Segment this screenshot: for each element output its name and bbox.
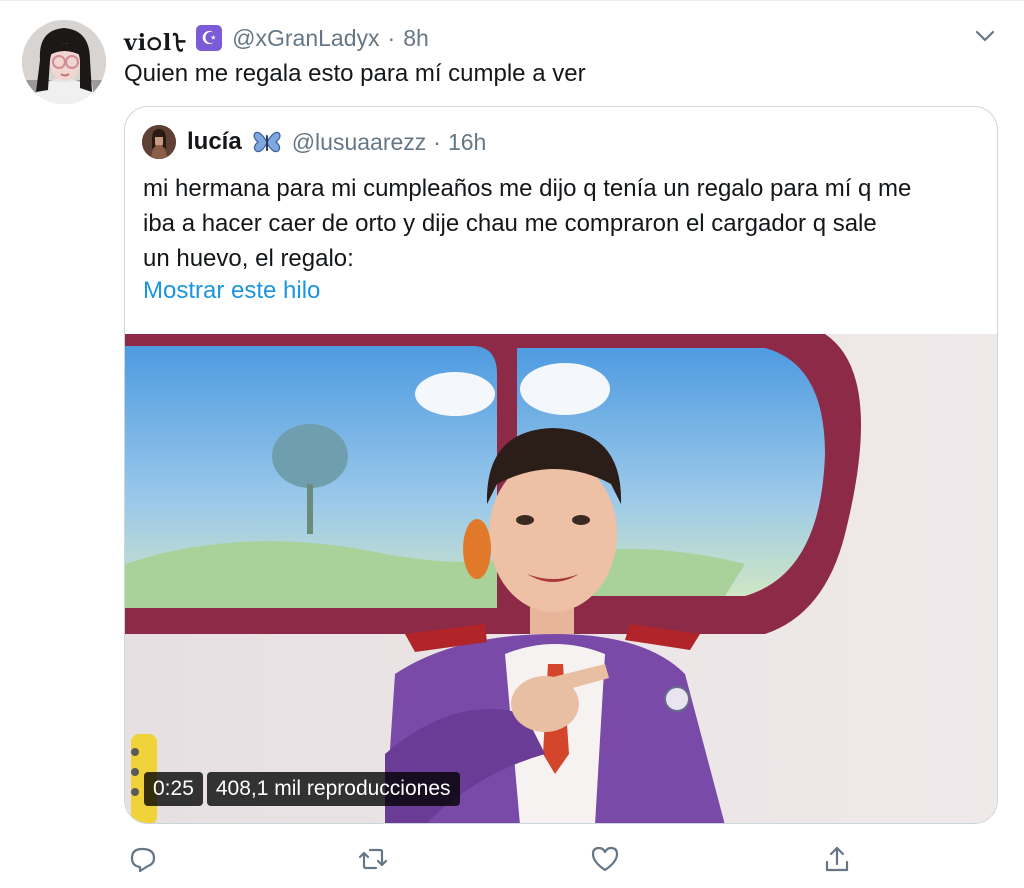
tweet[interactable]: vi੦lᡶ ☪ @xGranLadyx · 8h Quien me regala… — [0, 0, 1024, 888]
quoted-username-handle[interactable]: @lusuaarezz — [292, 129, 427, 156]
timestamp[interactable]: 8h — [403, 25, 429, 52]
video-player[interactable]: 0:25 408,1 mil reproducciones — [125, 334, 997, 823]
display-name[interactable]: vi੦lᡶ — [124, 19, 186, 57]
share-icon[interactable] — [820, 842, 854, 876]
show-thread-link[interactable]: Mostrar este hilo — [143, 277, 320, 305]
crescent-badge-icon: ☪ — [196, 25, 223, 51]
tweet-header: vi੦lᡶ ☪ @xGranLadyx · 8h — [124, 19, 429, 57]
tweet-text: Quien me regala esto para mí cumple a ve… — [124, 60, 586, 87]
quoted-tweet-text: mi hermana para mi cumpleaños me dijo q … — [143, 171, 993, 276]
retweet-icon[interactable] — [356, 842, 390, 876]
quoted-text-line: iba a hacer caer de orto y dije chau me … — [143, 210, 877, 237]
video-view-count: 408,1 mil reproducciones — [206, 772, 460, 806]
quoted-avatar[interactable] — [142, 125, 176, 159]
quoted-header: lucía @lusuaarezz · 16h — [187, 124, 486, 160]
separator-dot: · — [433, 128, 441, 155]
badge-glyph: ☪ — [201, 28, 218, 48]
video-duration: 0:25 — [144, 772, 203, 806]
action-bar — [124, 842, 884, 876]
quoted-timestamp[interactable]: 16h — [448, 129, 486, 156]
video-info: 0:25 408,1 mil reproducciones — [144, 772, 460, 806]
chevron-down-icon[interactable] — [972, 26, 998, 46]
username-handle[interactable]: @xGranLadyx — [232, 25, 379, 52]
heart-icon[interactable] — [588, 842, 622, 876]
quoted-tweet[interactable]: lucía @lusuaarezz · 16h mi hermana para … — [124, 106, 998, 824]
reply-icon[interactable] — [126, 842, 160, 876]
butterfly-icon — [253, 131, 281, 153]
avatar[interactable] — [22, 20, 106, 104]
quoted-text-line: mi hermana para mi cumpleaños me dijo q … — [143, 175, 912, 202]
quoted-display-name[interactable]: lucía — [187, 128, 242, 156]
quoted-text-line: un huevo, el regalo: — [143, 245, 354, 272]
separator-dot: · — [387, 24, 396, 51]
divider — [0, 0, 1024, 1]
